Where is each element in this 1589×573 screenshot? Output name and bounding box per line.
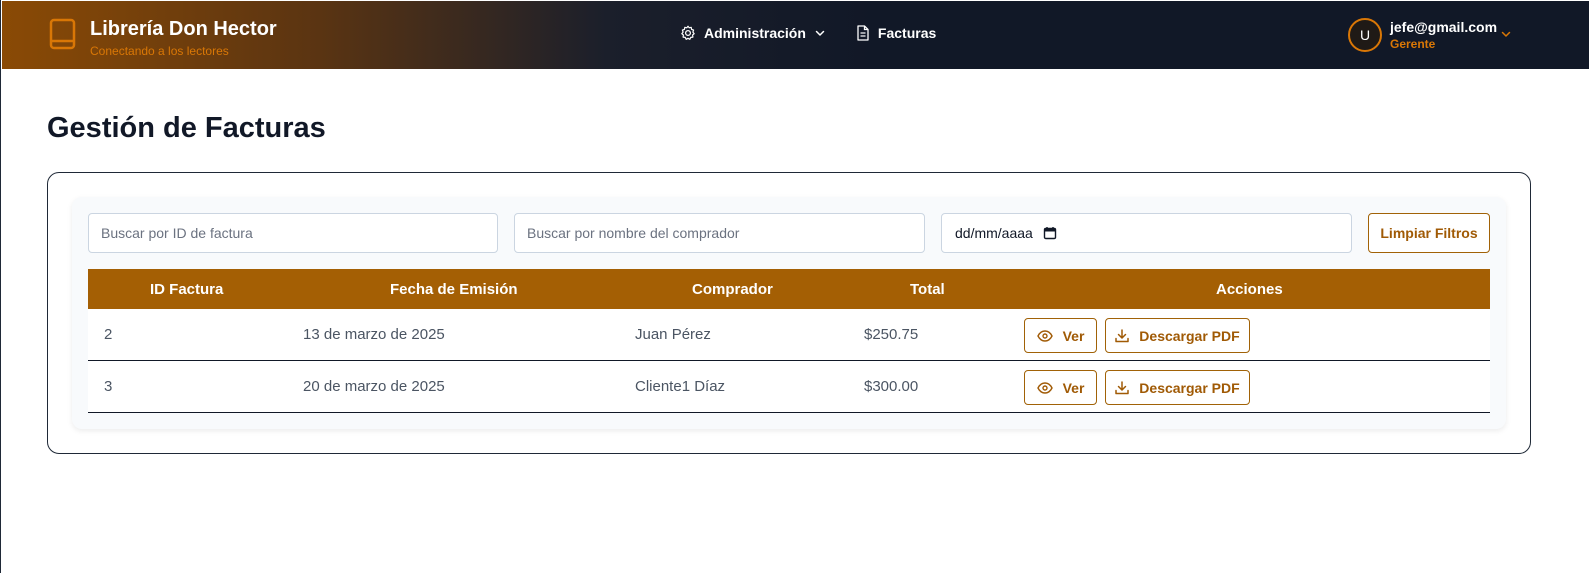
brand-subtitle: Conectando a los lectores [90,44,229,58]
user-email: jefe@gmail.com [1390,19,1498,35]
download-label: Descargar PDF [1139,379,1240,396]
eye-icon [1036,381,1053,394]
brand-title: Librería Don Hector [90,18,277,40]
download-pdf-button[interactable]: Descargar PDF [1105,370,1250,405]
cell-id: 2 [104,326,113,343]
view-button[interactable]: Ver [1024,370,1097,405]
app-frame: Librería Don Hector Conectando a los lec… [0,0,1589,573]
header-actions: Acciones [1216,281,1283,298]
view-label: Ver [1062,327,1085,344]
invoices-card: dd/mm/aaaa Limpiar Filtros ID Factura Fe… [47,172,1531,454]
book-icon [49,18,76,50]
chevron-down-icon [1501,31,1511,37]
cell-id: 3 [104,378,113,395]
top-navbar: Librería Don Hector Conectando a los lec… [2,1,1589,69]
download-icon [1115,380,1130,394]
nav-administracion-label: Administración [704,25,806,41]
filters-bar: dd/mm/aaaa Limpiar Filtros [88,213,1490,253]
date-placeholder: dd/mm/aaaa [955,225,1033,241]
header-date[interactable]: Fecha de Emisión [390,281,518,298]
cell-buyer: Cliente1 Díaz [635,378,726,395]
nav-facturas[interactable]: Facturas [856,25,936,41]
download-label: Descargar PDF [1139,327,1240,344]
header-total[interactable]: Total [910,281,945,298]
chevron-down-icon [815,30,825,36]
invoices-panel: dd/mm/aaaa Limpiar Filtros ID Factura Fe… [72,197,1506,429]
download-icon [1115,328,1130,342]
table-header: ID Factura Fecha de Emisión Comprador To… [88,269,1490,309]
header-id[interactable]: ID Factura [150,281,223,298]
buyer-search-input[interactable] [514,213,925,253]
cell-total: $250.75 [864,326,919,343]
main-nav: Administración Facturas [680,25,936,41]
header-buyer[interactable]: Comprador [692,281,773,298]
gear-icon [681,25,695,40]
user-menu[interactable]: U jefe@gmail.com Gerente [1348,18,1511,52]
avatar: U [1348,18,1382,52]
date-filter-input[interactable]: dd/mm/aaaa [941,213,1352,253]
nav-facturas-label: Facturas [877,25,937,41]
cell-buyer: Juan Pérez [635,326,711,343]
cell-date: 13 de marzo de 2025 [303,326,445,343]
nav-administracion[interactable]: Administración [680,25,826,41]
cell-date: 20 de marzo de 2025 [303,378,445,395]
invoices-table: ID Factura Fecha de Emisión Comprador To… [88,269,1490,413]
view-label: Ver [1062,379,1085,396]
table-row: 2 13 de marzo de 2025 Juan Pérez $250.75… [88,309,1490,361]
user-role: Gerente [1390,37,1436,51]
brand[interactable]: Librería Don Hector Conectando a los lec… [48,17,277,59]
cell-total: $300.00 [864,378,919,395]
page-title: Gestión de Facturas [47,112,326,144]
clear-filters-button[interactable]: Limpiar Filtros [1368,213,1490,253]
invoice-id-search-input[interactable] [88,213,498,253]
calendar-icon[interactable] [1043,226,1057,240]
document-icon [857,25,869,41]
view-button[interactable]: Ver [1024,318,1097,353]
eye-icon [1036,329,1053,342]
table-row: 3 20 de marzo de 2025 Cliente1 Díaz $300… [88,361,1490,413]
download-pdf-button[interactable]: Descargar PDF [1105,318,1250,353]
